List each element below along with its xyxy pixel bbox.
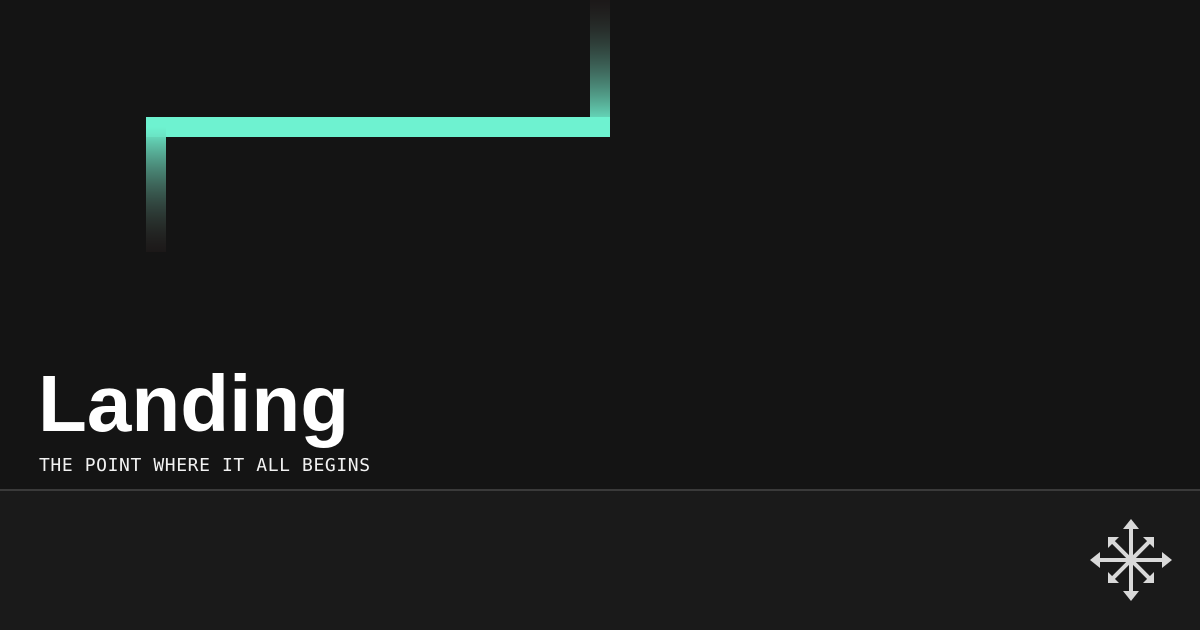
page-title: Landing [38,359,350,448]
og-card: Landing THE POINT WHERE IT ALL BEGINS [0,0,1200,630]
step-path-graphic [146,0,610,252]
footer-band [0,491,1200,630]
compass-arrows-icon [1090,519,1172,601]
path-segment-middle [146,117,610,137]
page-subtitle: THE POINT WHERE IT ALL BEGINS [39,455,371,476]
path-segment-bottom [146,127,166,252]
path-segment-top [590,0,610,128]
